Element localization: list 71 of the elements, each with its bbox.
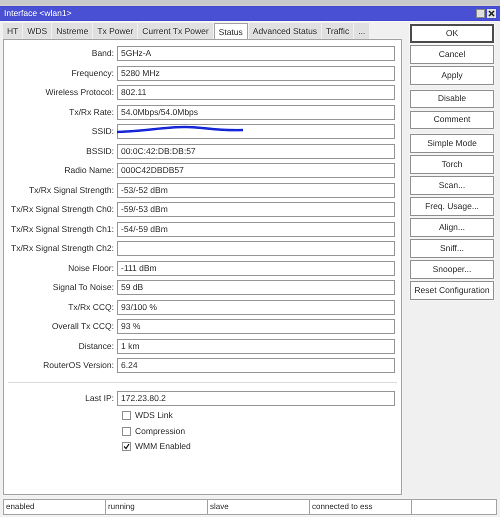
- action-button[interactable]: Disable: [410, 90, 494, 108]
- checkbox[interactable]: [122, 426, 131, 436]
- status-cell: slave: [208, 500, 310, 514]
- field-label: Band:: [90, 47, 115, 60]
- tab[interactable]: Advanced Status: [248, 23, 322, 39]
- value-field[interactable]: -53/-52 dBm: [117, 182, 395, 198]
- value-field[interactable]: -111 dBm: [117, 260, 395, 276]
- field-label: Tx/Rx Signal Strength Ch1:: [10, 222, 115, 236]
- action-button[interactable]: Freq. Usage...: [410, 197, 494, 216]
- action-button[interactable]: Apply: [410, 66, 494, 84]
- action-button[interactable]: Torch: [410, 155, 494, 174]
- field-label: Frequency:: [70, 66, 115, 80]
- value-field[interactable]: 5280 MHz: [117, 66, 395, 81]
- tab[interactable]: HT: [3, 23, 22, 39]
- tab[interactable]: Current Tx Power: [138, 23, 213, 39]
- action-button[interactable]: Simple Mode: [410, 134, 494, 152]
- window-title: Interface <wlan1>: [4, 7, 72, 20]
- field-label: Tx/Rx Rate:: [68, 106, 115, 119]
- close-icon[interactable]: [487, 9, 496, 18]
- value-field[interactable]: 000C42DBDB57: [117, 163, 395, 178]
- field-label: SSID:: [90, 125, 115, 138]
- field-label: Tx/Rx Signal Strength Ch2:: [10, 242, 115, 256]
- value-field[interactable]: 93/100 %: [117, 300, 395, 315]
- check-icon: [123, 443, 130, 450]
- action-button[interactable]: Align...: [410, 218, 494, 236]
- value-field[interactable]: -54/-59 dBm: [117, 222, 395, 237]
- value-field[interactable]: 59 dB: [117, 280, 395, 296]
- value-field[interactable]: [117, 241, 395, 256]
- value-field[interactable]: 802.11: [117, 85, 395, 100]
- field-label: Tx/Rx Signal Strength:: [28, 184, 115, 197]
- field-label: BSSID:: [85, 144, 115, 158]
- status-cell: connected to ess: [310, 500, 412, 514]
- checkbox-label: WMM Enabled: [135, 440, 191, 454]
- value-field[interactable]: 00:0C:42:DB:DB:57: [117, 144, 395, 159]
- action-button[interactable]: Reset Configuration: [410, 281, 494, 300]
- value-field[interactable]: 54.0Mbps/54.0Mbps: [117, 104, 395, 120]
- checkbox-label: WDS Link: [135, 409, 173, 422]
- checkbox[interactable]: [122, 411, 131, 420]
- field-label: Tx/Rx Signal Strength Ch0:: [10, 203, 115, 216]
- value-field[interactable]: 172.23.80.2: [117, 390, 395, 406]
- value-field[interactable]: 6.24: [117, 358, 395, 374]
- status-cell: running: [106, 500, 208, 514]
- status-cell: enabled: [4, 500, 106, 514]
- field-label: Distance:: [78, 340, 115, 353]
- checkbox[interactable]: [122, 442, 131, 452]
- tab[interactable]: WDS: [23, 23, 52, 39]
- field-label: Signal To Noise:: [52, 281, 115, 294]
- field-label: RouterOS Version:: [42, 359, 115, 372]
- action-button[interactable]: Scan...: [410, 176, 494, 194]
- checkbox-label: Compression: [135, 424, 186, 438]
- value-field[interactable]: 5GHz-A: [117, 46, 395, 62]
- value-field[interactable]: 93 %: [117, 319, 395, 334]
- tab[interactable]: Tx Power: [93, 23, 138, 39]
- field-label: Tx/Rx CCQ:: [67, 300, 115, 314]
- action-button[interactable]: Comment: [410, 110, 494, 129]
- value-field[interactable]: -59/-53 dBm: [117, 202, 395, 218]
- field-label: Wireless Protocol:: [44, 86, 115, 100]
- field-label: Noise Floor:: [67, 262, 115, 275]
- field-label: Last IP:: [84, 392, 115, 405]
- value-field[interactable]: 1 km: [117, 338, 395, 354]
- action-button[interactable]: Cancel: [410, 45, 494, 64]
- action-button[interactable]: Snooper...: [410, 260, 494, 278]
- tab[interactable]: Nstreme: [52, 23, 92, 39]
- tab[interactable]: Status: [214, 23, 248, 40]
- field-label: Overall Tx CCQ:: [50, 320, 115, 334]
- tab[interactable]: ...: [354, 23, 370, 39]
- tab[interactable]: Traffic: [322, 23, 354, 39]
- field-label: Radio Name:: [63, 164, 115, 178]
- action-button[interactable]: Sniff...: [410, 239, 494, 258]
- action-button[interactable]: OK: [410, 24, 494, 42]
- value-field[interactable]: [117, 124, 395, 140]
